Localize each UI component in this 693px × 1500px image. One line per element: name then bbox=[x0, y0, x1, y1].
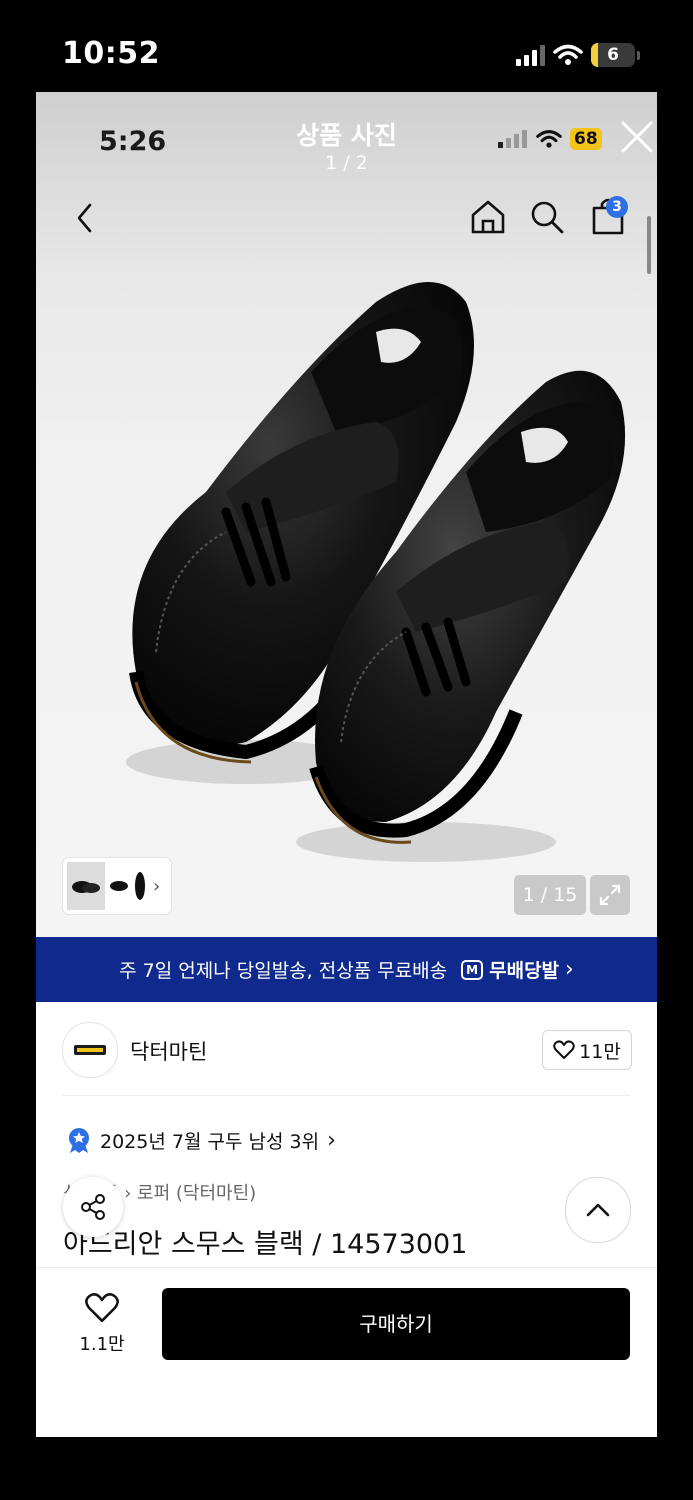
wifi-icon bbox=[536, 130, 562, 148]
thumbnail-3[interactable] bbox=[133, 870, 147, 902]
wifi-icon bbox=[553, 44, 583, 65]
home-icon[interactable] bbox=[469, 198, 507, 236]
thumbnail-1[interactable] bbox=[67, 862, 105, 910]
brand-like-count: 11만 bbox=[579, 1040, 621, 1063]
battery-icon: 6 bbox=[591, 43, 640, 67]
thumbnail-2[interactable] bbox=[109, 876, 129, 896]
thumbnail-strip[interactable]: › bbox=[63, 858, 171, 914]
delivery-promo-banner[interactable]: 주 7일 언제나 당일발송, 전상품 무료배송 M 무배당발 › bbox=[36, 937, 657, 1002]
heart-icon bbox=[85, 1293, 119, 1323]
chevron-right-icon: › bbox=[565, 957, 574, 982]
search-icon[interactable] bbox=[528, 198, 566, 236]
brand-name[interactable]: 닥터마틴 bbox=[130, 1036, 207, 1066]
battery-icon: 68 bbox=[570, 128, 602, 150]
back-icon[interactable] bbox=[74, 202, 96, 234]
chevron-right-icon[interactable]: › bbox=[153, 876, 160, 897]
delivery-icon: M bbox=[461, 959, 484, 980]
signal-icon bbox=[516, 44, 545, 66]
divider bbox=[62, 1095, 630, 1096]
chevron-right-icon: › bbox=[327, 1127, 336, 1153]
share-icon bbox=[81, 1194, 105, 1220]
brand-like-button[interactable]: 11만 bbox=[542, 1030, 632, 1070]
status-time: 10:52 bbox=[62, 36, 160, 71]
battery-level: 6 bbox=[607, 45, 619, 65]
product-photo bbox=[126, 282, 626, 862]
scrollbar[interactable] bbox=[647, 216, 651, 274]
product-image-area[interactable]: 5:26 상품 사진 1 / 2 68 3 › 1 / 15 bbox=[36, 92, 657, 937]
wishlist-count: 1.1만 bbox=[79, 1334, 125, 1355]
signal-icon bbox=[498, 130, 527, 148]
promo-brand: 무배당발 bbox=[489, 960, 560, 982]
buy-button[interactable]: 구매하기 bbox=[162, 1288, 630, 1360]
expand-icon bbox=[599, 884, 621, 906]
viewer-counter: 1 / 2 bbox=[325, 152, 368, 174]
expand-button[interactable] bbox=[590, 875, 630, 915]
product-title: 아드리안 스무스 블랙 / 14573001 bbox=[63, 1229, 468, 1260]
chevron-up-icon bbox=[586, 1203, 610, 1217]
app-screen: 5:26 상품 사진 1 / 2 68 3 › 1 / 15 주 7일 언제나 … bbox=[36, 92, 657, 1437]
inner-status-icons: 68 bbox=[498, 128, 602, 150]
heart-icon bbox=[553, 1040, 575, 1059]
wishlist-button[interactable]: 1.1만 bbox=[76, 1292, 128, 1356]
status-icons: 6 bbox=[516, 40, 640, 70]
cart-badge: 3 bbox=[606, 196, 628, 218]
rank-badge-icon bbox=[69, 1128, 89, 1153]
ranking-text: 2025년 7월 구두 남성 3위 bbox=[100, 1130, 320, 1153]
scroll-top-button[interactable] bbox=[565, 1177, 631, 1243]
share-button[interactable] bbox=[63, 1177, 123, 1237]
brand-logo[interactable] bbox=[62, 1022, 118, 1078]
image-counter: 1 / 15 bbox=[514, 875, 586, 915]
close-icon[interactable] bbox=[620, 120, 654, 154]
ranking-link[interactable]: 2025년 7월 구두 남성 3위 › bbox=[66, 1126, 336, 1154]
promo-text: 주 7일 언제나 당일발송, 전상품 무료배송 bbox=[119, 960, 448, 982]
